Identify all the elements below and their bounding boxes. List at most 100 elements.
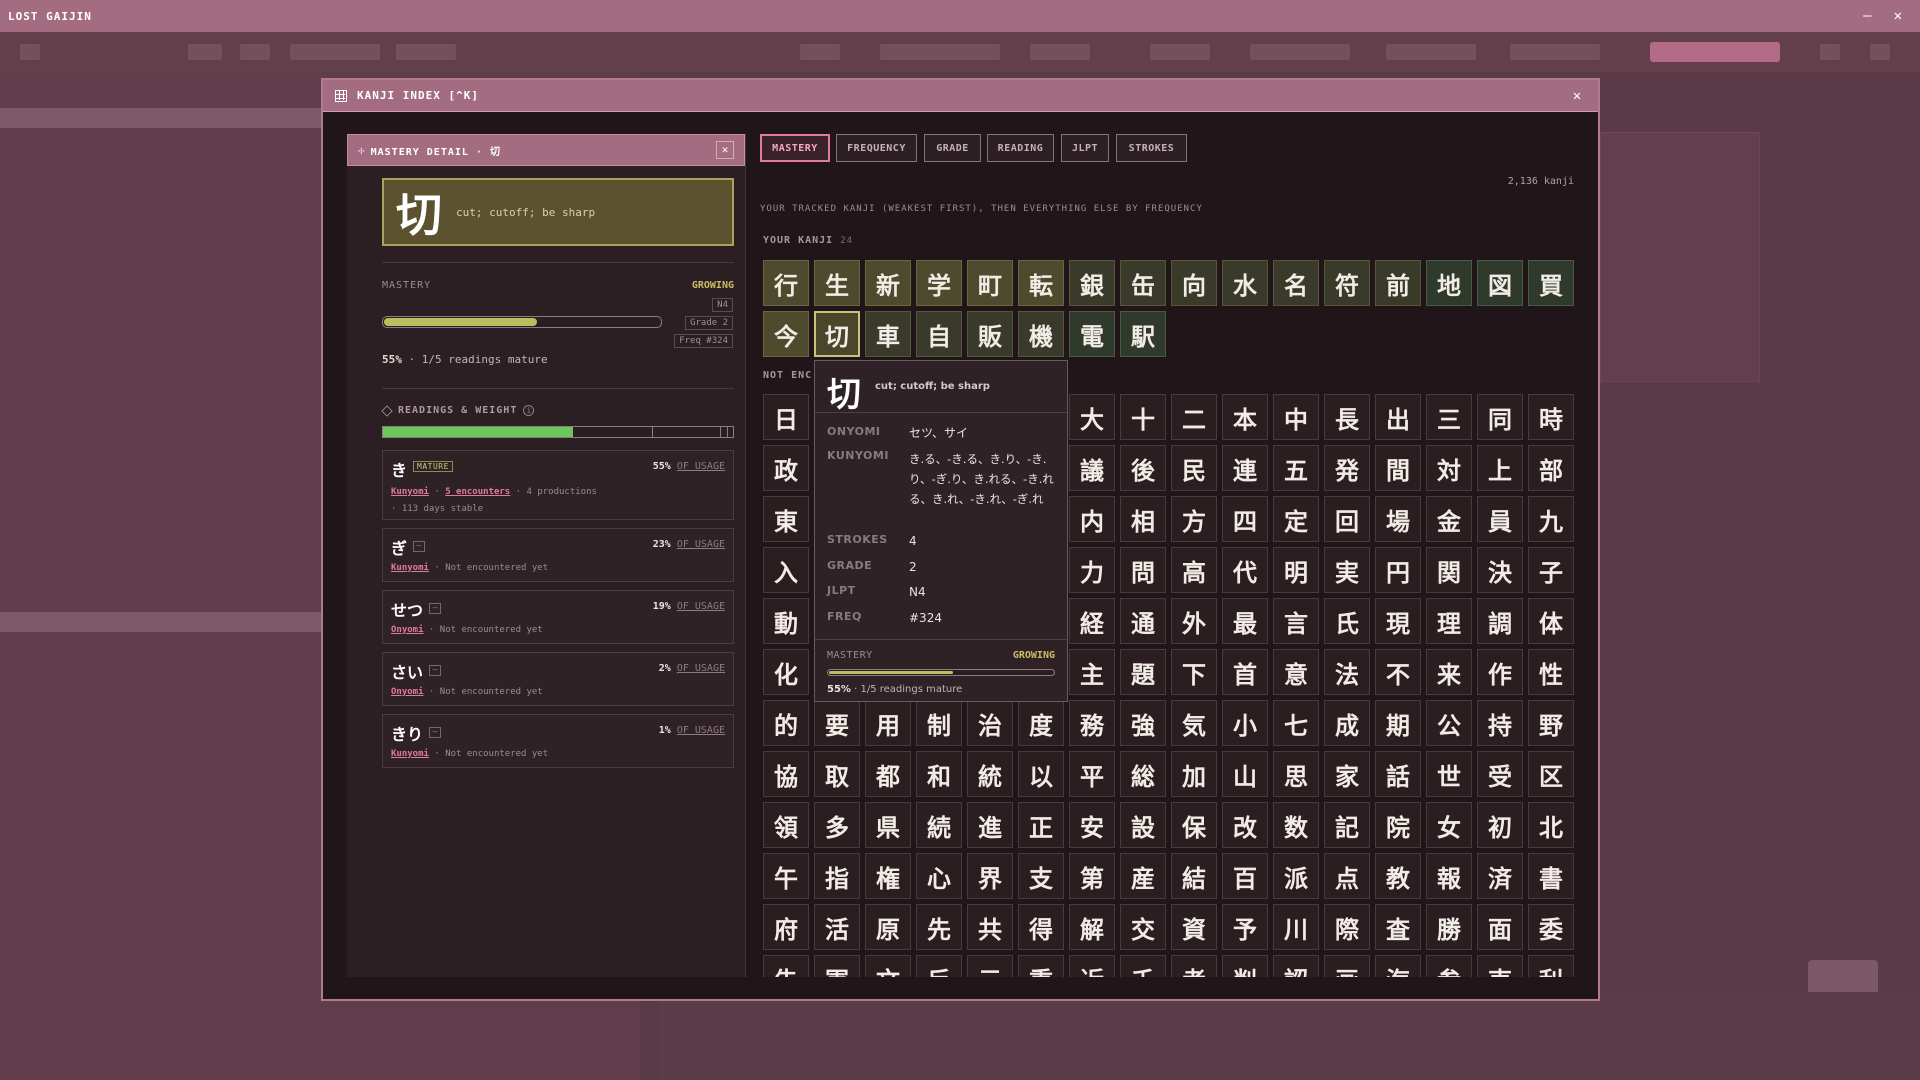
kanji-tile[interactable]: 共 bbox=[967, 904, 1013, 950]
kanji-tile[interactable]: 要 bbox=[814, 700, 860, 746]
kanji-tile[interactable]: 府 bbox=[763, 904, 809, 950]
your-kanji-tile[interactable]: 転 bbox=[1018, 260, 1064, 306]
kanji-tile[interactable]: 金 bbox=[1426, 496, 1472, 542]
kanji-tile[interactable]: 連 bbox=[1222, 445, 1268, 491]
kanji-tile[interactable]: 近 bbox=[1069, 955, 1115, 977]
kanji-tile[interactable]: 理 bbox=[1426, 598, 1472, 644]
kanji-tile[interactable]: 設 bbox=[1120, 802, 1166, 848]
kanji-tile[interactable]: 和 bbox=[916, 751, 962, 797]
kanji-tile[interactable]: 後 bbox=[1120, 445, 1166, 491]
your-kanji-tile[interactable]: 向 bbox=[1171, 260, 1217, 306]
kanji-tile[interactable]: 区 bbox=[1528, 751, 1574, 797]
kanji-tile[interactable]: 用 bbox=[865, 700, 911, 746]
kanji-tile[interactable]: 九 bbox=[1528, 496, 1574, 542]
encounters-link[interactable]: 5 encounters bbox=[445, 487, 510, 497]
kanji-tile[interactable]: 査 bbox=[1375, 904, 1421, 950]
kanji-tile[interactable]: 画 bbox=[1324, 955, 1370, 977]
kanji-tile[interactable]: 統 bbox=[967, 751, 1013, 797]
your-kanji-tile[interactable]: 駅 bbox=[1120, 311, 1166, 357]
kanji-tile[interactable]: 回 bbox=[1324, 496, 1370, 542]
kanji-tile[interactable]: 北 bbox=[1528, 802, 1574, 848]
kanji-tile[interactable]: 文 bbox=[865, 955, 911, 977]
your-kanji-tile[interactable]: 車 bbox=[865, 311, 911, 357]
kanji-tile[interactable]: 解 bbox=[1069, 904, 1115, 950]
kanji-tile[interactable]: 改 bbox=[1222, 802, 1268, 848]
kanji-tile[interactable]: 県 bbox=[865, 802, 911, 848]
kanji-tile[interactable]: 判 bbox=[1222, 955, 1268, 977]
kanji-tile[interactable]: 活 bbox=[814, 904, 860, 950]
kanji-tile[interactable]: 東 bbox=[763, 496, 809, 542]
kanji-tile[interactable]: 認 bbox=[1273, 955, 1319, 977]
your-kanji-tile[interactable]: 水 bbox=[1222, 260, 1268, 306]
kanji-tile[interactable]: 通 bbox=[1120, 598, 1166, 644]
kanji-tile[interactable]: 報 bbox=[1426, 853, 1472, 899]
reading-type-link[interactable]: Kunyomi bbox=[391, 749, 429, 759]
kanji-tile[interactable]: 制 bbox=[916, 700, 962, 746]
kanji-tile[interactable]: 話 bbox=[1375, 751, 1421, 797]
kanji-tile[interactable]: 主 bbox=[1069, 649, 1115, 695]
kanji-tile[interactable]: 作 bbox=[1477, 649, 1523, 695]
kanji-tile[interactable]: 性 bbox=[1528, 649, 1574, 695]
your-kanji-tile[interactable]: 行 bbox=[763, 260, 809, 306]
kanji-tile[interactable]: 書 bbox=[1528, 853, 1574, 899]
close-icon[interactable]: ✕ bbox=[1568, 87, 1586, 105]
your-kanji-tile[interactable]: 学 bbox=[916, 260, 962, 306]
tab-grade[interactable]: GRADE bbox=[924, 134, 981, 162]
kanji-tile[interactable]: 海 bbox=[1375, 955, 1421, 977]
close-detail-icon[interactable]: ✕ bbox=[716, 141, 734, 159]
kanji-tile[interactable]: 心 bbox=[916, 853, 962, 899]
reading-type-link[interactable]: Onyomi bbox=[391, 625, 424, 635]
kanji-tile[interactable]: 都 bbox=[865, 751, 911, 797]
kanji-tile[interactable]: 界 bbox=[967, 853, 1013, 899]
kanji-tile[interactable]: 化 bbox=[763, 649, 809, 695]
kanji-tile[interactable]: 委 bbox=[1528, 904, 1574, 950]
kanji-tile[interactable]: 数 bbox=[1273, 802, 1319, 848]
kanji-tile[interactable]: 五 bbox=[1273, 445, 1319, 491]
kanji-tile[interactable]: 度 bbox=[1018, 700, 1064, 746]
kanji-tile[interactable]: 間 bbox=[1375, 445, 1421, 491]
your-kanji-tile[interactable]: 符 bbox=[1324, 260, 1370, 306]
kanji-tile[interactable]: 勝 bbox=[1426, 904, 1472, 950]
kanji-tile[interactable]: 下 bbox=[1171, 649, 1217, 695]
kanji-tile[interactable]: 権 bbox=[865, 853, 911, 899]
kanji-tile[interactable]: 七 bbox=[1273, 700, 1319, 746]
kanji-tile[interactable]: 加 bbox=[1171, 751, 1217, 797]
kanji-tile[interactable]: 持 bbox=[1477, 700, 1523, 746]
kanji-tile[interactable]: 実 bbox=[1324, 547, 1370, 593]
reading-card[interactable]: きり – 1% OF USAGE Kunyomi · Not encounter… bbox=[382, 714, 734, 768]
kanji-tile[interactable]: 女 bbox=[1426, 802, 1472, 848]
kanji-tile[interactable]: 務 bbox=[1069, 700, 1115, 746]
reading-type-link[interactable]: Onyomi bbox=[391, 687, 424, 697]
minimize-icon[interactable]: — bbox=[1863, 8, 1871, 24]
kanji-tile[interactable]: 氏 bbox=[1324, 598, 1370, 644]
reading-card[interactable]: せつ – 19% OF USAGE Onyomi · Not encounter… bbox=[382, 590, 734, 644]
kanji-tile[interactable]: 協 bbox=[763, 751, 809, 797]
kanji-tile[interactable]: 首 bbox=[1222, 649, 1268, 695]
tab-strokes[interactable]: STROKES bbox=[1116, 134, 1187, 162]
kanji-tile[interactable]: 外 bbox=[1171, 598, 1217, 644]
kanji-tile[interactable]: 代 bbox=[1222, 547, 1268, 593]
kanji-tile[interactable]: 対 bbox=[1426, 445, 1472, 491]
kanji-tile[interactable]: 領 bbox=[763, 802, 809, 848]
kanji-tile[interactable]: 治 bbox=[967, 700, 1013, 746]
kanji-tile[interactable]: 資 bbox=[1171, 904, 1217, 950]
reading-card[interactable]: ぎ – 23% OF USAGE Kunyomi · Not encounter… bbox=[382, 528, 734, 582]
kanji-tile[interactable]: 考 bbox=[1171, 955, 1217, 977]
kanji-tile[interactable]: 正 bbox=[1018, 802, 1064, 848]
kanji-tile[interactable]: 原 bbox=[865, 904, 911, 950]
kanji-tile[interactable]: 家 bbox=[1324, 751, 1370, 797]
reading-card[interactable]: き MATURE 55% OF USAGE Kunyomi · 5 encoun… bbox=[382, 450, 734, 520]
kanji-tile[interactable]: 部 bbox=[1528, 445, 1574, 491]
kanji-tile[interactable]: 千 bbox=[1120, 955, 1166, 977]
your-kanji-tile[interactable]: 図 bbox=[1477, 260, 1523, 306]
kanji-tile[interactable]: 言 bbox=[1273, 598, 1319, 644]
kanji-tile[interactable]: 二 bbox=[1171, 394, 1217, 440]
kanji-tile[interactable]: 方 bbox=[1171, 496, 1217, 542]
kanji-tile[interactable]: 面 bbox=[1477, 904, 1523, 950]
kanji-tile[interactable]: 意 bbox=[1273, 649, 1319, 695]
kanji-tile[interactable]: 発 bbox=[1324, 445, 1370, 491]
kanji-tile[interactable]: 四 bbox=[1222, 496, 1268, 542]
kanji-tile[interactable]: 相 bbox=[1120, 496, 1166, 542]
kanji-tile[interactable]: 長 bbox=[1324, 394, 1370, 440]
kanji-tile[interactable]: 保 bbox=[1171, 802, 1217, 848]
